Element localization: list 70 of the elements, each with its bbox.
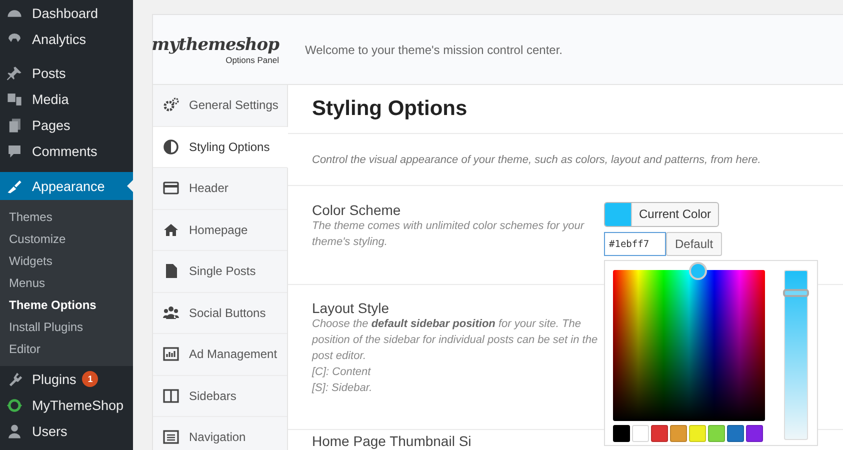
options-nav-item[interactable]: Sidebars	[153, 376, 287, 417]
page-description: Control the visual appearance of your theme, such as colors, layout and patterns, from here.	[312, 154, 761, 166]
submenu-item[interactable]: Editor	[0, 338, 133, 360]
palette-swatch[interactable]	[613, 425, 630, 442]
admin-menu-item[interactable]: Appearance	[0, 172, 133, 200]
admin-menu-item[interactable]: Comments	[0, 138, 133, 164]
option-label: Home Page Thumbnail Si	[312, 433, 472, 449]
current-color-button[interactable]: Current Color	[604, 202, 720, 227]
document-icon	[163, 263, 179, 280]
admin-menu-item[interactable]: Pages	[0, 112, 133, 138]
slider-handle[interactable]	[783, 288, 809, 297]
palette-swatch[interactable]	[651, 425, 668, 442]
list-icon	[163, 429, 179, 446]
admin-menu-item[interactable]: Posts	[0, 60, 133, 86]
palette-swatch[interactable]	[670, 425, 687, 442]
admin-menu-item[interactable]: Dashboard	[0, 0, 133, 26]
admin-menu-label: Dashboard	[32, 6, 98, 20]
chart-icon	[163, 346, 179, 362]
gears-icon	[163, 97, 179, 114]
option-description: [C]: Content	[312, 365, 372, 380]
submenu-item[interactable]: Theme Options	[0, 294, 133, 316]
home-icon	[163, 222, 179, 238]
admin-menu-label: Analytics	[32, 32, 86, 46]
admin-menu-item[interactable]: Media	[0, 86, 133, 112]
columns-icon	[163, 388, 179, 404]
admin-menu-label: Appearance	[32, 178, 105, 194]
spectrum-handle[interactable]	[689, 262, 707, 280]
admin-menu-item[interactable]: Plugins 1	[0, 366, 133, 392]
card-icon	[163, 180, 179, 196]
admin-menu-item[interactable]: Analytics	[0, 26, 133, 52]
option-description: Choose the default sidebar position for your site. The position of the sidebar for individual posts can be set in the post editor.	[312, 317, 599, 364]
default-button[interactable]: Default	[666, 232, 722, 256]
option-label: Layout Style	[312, 300, 390, 316]
people-icon	[163, 304, 179, 321]
submenu-item[interactable]: Menus	[0, 272, 133, 294]
submenu-item[interactable]: Themes	[0, 206, 133, 228]
palette-swatch[interactable]	[689, 425, 706, 442]
color-spectrum-square[interactable]	[613, 270, 765, 421]
contrast-icon	[163, 138, 179, 155]
option-label: Color Scheme	[312, 202, 402, 218]
admin-menu-item[interactable]: MyThemeShop	[0, 392, 133, 418]
admin-menu-label: Pages	[32, 118, 70, 132]
users-icon	[6, 422, 23, 440]
logo-subtitle: Options Panel	[226, 54, 279, 64]
palette-swatch[interactable]	[632, 425, 649, 442]
option-description: [S]: Sidebar.	[312, 381, 374, 396]
palette-swatch[interactable]	[708, 425, 725, 442]
logo-text: mythemeshop	[152, 34, 279, 54]
update-count-badge: 1	[82, 371, 98, 387]
options-nav-item[interactable]: Homepage	[153, 210, 287, 251]
admin-menu-label: Users	[32, 424, 68, 438]
comments-icon	[6, 142, 23, 160]
palette-swatch[interactable]	[727, 425, 744, 442]
options-nav-item[interactable]: Styling Options	[153, 126, 288, 168]
welcome-text: Welcome to your theme's mission control center.	[305, 42, 563, 56]
admin-menu-label: MyThemeShop	[32, 398, 124, 412]
submenu-item[interactable]: Widgets	[0, 250, 133, 272]
admin-menu-label: Comments	[32, 144, 98, 158]
lightness-slider[interactable]	[784, 270, 808, 440]
admin-menu-label: Plugins	[32, 372, 76, 386]
admin-menu-label: Media	[32, 92, 69, 106]
hex-color-field[interactable]: #1ebff7	[604, 232, 666, 256]
admin-menu-item[interactable]: Users	[0, 418, 133, 444]
palette-swatch[interactable]	[746, 425, 763, 442]
admin-menu-label: Posts	[32, 66, 66, 80]
submenu-item[interactable]: Customize	[0, 228, 133, 250]
submenu-item[interactable]: Install Plugins	[0, 316, 133, 338]
options-nav-item[interactable]: Social Buttons	[153, 292, 287, 334]
page-title: Styling Options	[312, 97, 468, 121]
option-description: The theme comes with unlimited color schemes for your theme's styling.	[312, 219, 586, 250]
